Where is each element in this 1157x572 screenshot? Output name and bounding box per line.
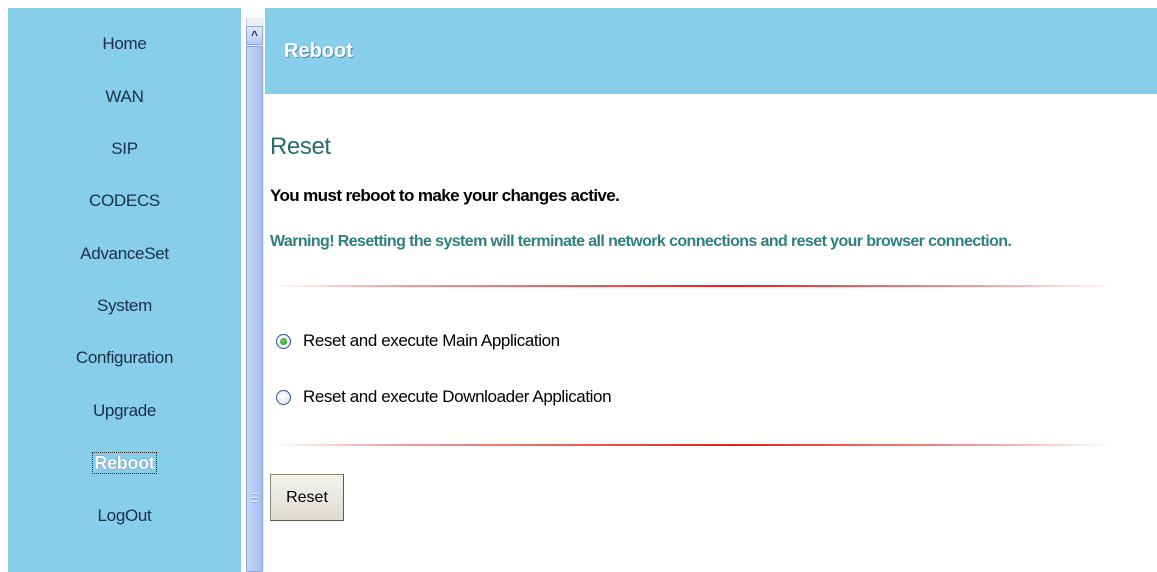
sidebar-item-logout[interactable]: LogOut: [8, 505, 241, 527]
sidebar-item-label: WAN: [105, 87, 144, 106]
sidebar-item-wan[interactable]: WAN: [8, 86, 241, 108]
option-downloader-application[interactable]: Reset and execute Downloader Application: [276, 386, 612, 408]
sidebar-item-label: Reboot: [92, 452, 157, 474]
sidebar-item-label: Home: [102, 34, 147, 53]
divider: [270, 285, 1112, 287]
sidebar-item-label: LogOut: [97, 506, 152, 525]
radio-main-application[interactable]: [276, 333, 291, 349]
option-main-application[interactable]: Reset and execute Main Application: [276, 330, 560, 352]
sidebar-item-sip[interactable]: SIP: [8, 138, 241, 160]
sidebar-item-upgrade[interactable]: Upgrade: [8, 400, 241, 422]
sidebar-item-label: AdvanceSet: [80, 244, 169, 263]
sidebar-item-label: System: [97, 296, 152, 315]
divider: [270, 444, 1112, 446]
sidebar-item-label: Configuration: [75, 348, 174, 367]
page-header: [265, 8, 1157, 94]
scroll-up-glyph: ^: [250, 28, 258, 42]
sidebar-item-codecs[interactable]: CODECS: [8, 190, 241, 212]
page: Home WAN SIP CODECS AdvanceSet System Co…: [0, 0, 1157, 572]
radio-downloader-application[interactable]: [276, 389, 291, 405]
scroll-up-arrow-icon[interactable]: ^: [246, 26, 263, 45]
grip-line-icon: [251, 493, 258, 495]
option-label: Reset and execute Main Application: [303, 331, 560, 350]
page-title: Reboot: [284, 40, 353, 62]
sidebar-item-label: Upgrade: [92, 401, 157, 420]
sidebar-item-reboot[interactable]: Reboot: [8, 452, 241, 474]
sidebar-item-advanceset[interactable]: AdvanceSet: [8, 243, 241, 265]
grip-line-icon: [251, 501, 258, 503]
sidebar-nav: Home WAN SIP CODECS AdvanceSet System Co…: [8, 8, 241, 572]
grip-line-icon: [251, 497, 258, 499]
option-label: Reset and execute Downloader Application: [303, 387, 612, 406]
sidebar-item-home[interactable]: Home: [8, 33, 241, 55]
sidebar-item-label: CODECS: [89, 191, 160, 210]
sidebar-item-configuration[interactable]: Configuration: [8, 347, 241, 369]
sidebar-item-label: SIP: [111, 139, 138, 158]
sidebar-item-system[interactable]: System: [8, 295, 241, 317]
warning-message: Warning! Resetting the system will termi…: [270, 233, 1012, 250]
section-title: Reset: [270, 133, 331, 160]
reset-button[interactable]: Reset: [270, 474, 344, 521]
reboot-message: You must reboot to make your changes act…: [270, 186, 620, 205]
scroll-thumb[interactable]: [246, 46, 263, 572]
